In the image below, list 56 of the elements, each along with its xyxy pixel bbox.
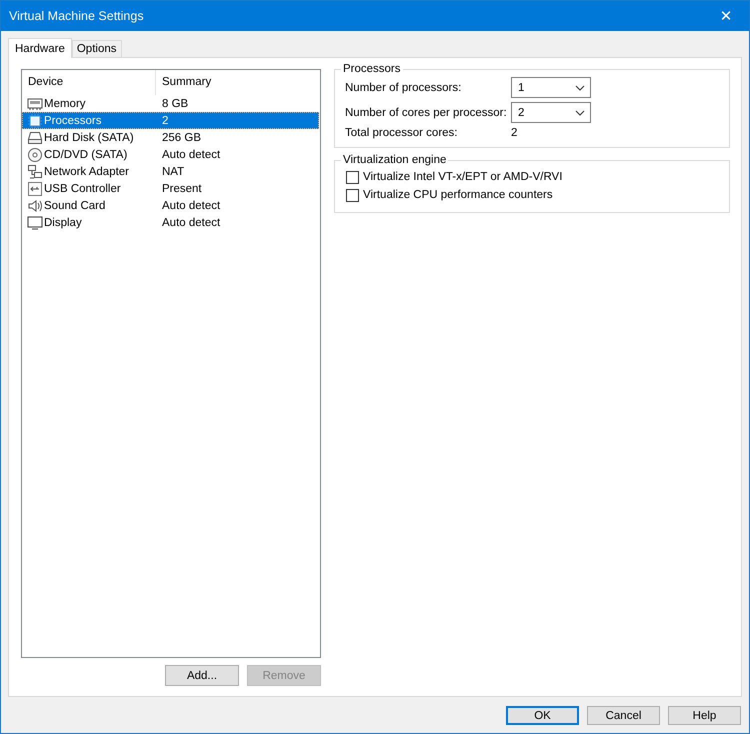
- list-row[interactable]: Network Adapter NAT: [22, 163, 319, 180]
- cancel-button[interactable]: Cancel: [587, 706, 660, 725]
- window-title: Virtual Machine Settings: [9, 9, 144, 23]
- hard-disk-icon: [27, 130, 43, 146]
- device-summary: 2: [161, 114, 168, 126]
- total-cores-value: 2: [511, 127, 518, 139]
- device-name: Memory: [44, 98, 86, 110]
- group-title: Virtualization engine: [342, 154, 448, 166]
- usb-icon: [27, 180, 43, 196]
- ok-button[interactable]: OK: [506, 706, 579, 725]
- device-name: Display: [44, 216, 82, 228]
- list-row[interactable]: Memory 8 GB: [22, 95, 319, 112]
- checkbox[interactable]: [346, 188, 359, 202]
- network-icon: [27, 164, 43, 180]
- close-button[interactable]: ✕: [703, 1, 749, 31]
- tab[interactable]: Hardware: [8, 38, 72, 58]
- field-label: Number of processors:: [345, 82, 462, 94]
- device-name: Network Adapter: [44, 166, 130, 178]
- device-summary: Auto detect: [161, 216, 220, 228]
- device-name: Hard Disk (SATA): [44, 132, 134, 144]
- device-summary: Present: [161, 182, 202, 194]
- device-summary: 8 GB: [161, 98, 188, 110]
- checkbox-label: Virtualize Intel VT-x/EPT or AMD-V/RVI: [363, 171, 562, 183]
- column-header[interactable]: Summary: [156, 70, 320, 95]
- device-name: USB Controller: [44, 182, 121, 194]
- add-button[interactable]: Add...: [165, 665, 239, 686]
- list-row[interactable]: CD/DVD (SATA) Auto detect: [22, 146, 319, 163]
- group-title: Processors: [342, 63, 402, 75]
- device-summary: Auto detect: [161, 148, 220, 160]
- list-row[interactable]: Sound Card Auto detect: [22, 197, 319, 214]
- chip-icon: [27, 112, 43, 128]
- device-name: Sound Card: [44, 200, 106, 212]
- caret-icon: [575, 110, 585, 116]
- checkbox-label: Virtualize CPU performance counters: [363, 189, 553, 201]
- list-row[interactable]: Processors 2: [22, 112, 319, 129]
- memory-module-icon: [27, 96, 43, 112]
- list-row[interactable]: Display Auto detect: [22, 214, 319, 231]
- column-header[interactable]: Device: [22, 70, 156, 95]
- dropdown[interactable]: 1: [511, 77, 591, 98]
- device-name: CD/DVD (SATA): [44, 148, 128, 160]
- tab[interactable]: Options: [72, 40, 122, 57]
- device-summary: 256 GB: [161, 132, 201, 144]
- dropdown[interactable]: 2: [511, 102, 591, 123]
- field-label: Number of cores per processor:: [345, 106, 508, 118]
- monitor-icon: [27, 214, 43, 230]
- checkbox[interactable]: [346, 170, 359, 184]
- speaker-icon: [27, 198, 43, 214]
- help-button[interactable]: Help: [668, 706, 741, 725]
- device-name: Processors: [44, 114, 102, 126]
- list-row[interactable]: Hard Disk (SATA) 256 GB: [22, 129, 319, 146]
- caret-icon: [575, 84, 585, 90]
- device-summary: NAT: [161, 166, 184, 178]
- list-row[interactable]: USB Controller Present: [22, 180, 319, 197]
- device-summary: Auto detect: [161, 200, 220, 212]
- disc-icon: [27, 146, 43, 162]
- field-label: Total processor cores:: [345, 127, 458, 139]
